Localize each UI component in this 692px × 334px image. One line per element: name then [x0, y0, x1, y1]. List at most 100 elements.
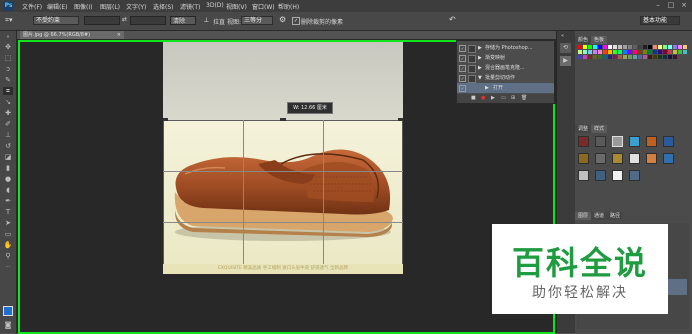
lasso-tool-icon[interactable]: ↄ: [3, 65, 13, 73]
color-swatch[interactable]: [643, 45, 647, 49]
action-dialog-toggle[interactable]: [468, 65, 476, 73]
action-check-icon[interactable]: ✓: [459, 85, 466, 92]
color-swatch[interactable]: [588, 45, 592, 49]
color-swatch[interactable]: [588, 55, 592, 59]
color-swatch[interactable]: [578, 55, 582, 59]
view-select[interactable]: 三等分: [241, 16, 273, 25]
style-tile[interactable]: [629, 153, 640, 164]
style-tile[interactable]: [629, 170, 640, 181]
action-row[interactable]: ✓ ▶ 存储为 Photoshop...: [457, 43, 554, 53]
style-tile[interactable]: [646, 136, 657, 147]
pen-tool-icon[interactable]: ✒: [3, 197, 13, 205]
expand-triangle-icon[interactable]: ▶: [478, 53, 482, 63]
color-swatch[interactable]: [603, 45, 607, 49]
color-swatch[interactable]: [623, 55, 627, 59]
style-tile[interactable]: [612, 170, 623, 181]
tab-swatches[interactable]: 色板: [591, 36, 608, 44]
action-check-icon[interactable]: ✓: [459, 55, 466, 62]
tab-channels[interactable]: 通道: [591, 212, 608, 220]
color-swatch[interactable]: [598, 45, 602, 49]
move-tool-icon[interactable]: ✥: [3, 43, 13, 51]
color-swatch[interactable]: [618, 50, 622, 54]
action-dialog-toggle[interactable]: [468, 55, 476, 63]
color-swatch[interactable]: [678, 50, 682, 54]
action-check-icon[interactable]: ✓: [459, 65, 466, 72]
panel-collapse-icon[interactable]: »: [3, 33, 13, 41]
style-tile[interactable]: [578, 136, 589, 147]
color-swatch[interactable]: [628, 50, 632, 54]
color-swatch[interactable]: [603, 50, 607, 54]
color-swatch[interactable]: [643, 50, 647, 54]
color-swatch[interactable]: [668, 50, 672, 54]
styles-grid[interactable]: [578, 136, 688, 181]
type-tool-icon[interactable]: T: [3, 208, 13, 216]
eraser-tool-icon[interactable]: ◪: [3, 153, 13, 161]
color-swatch[interactable]: [653, 55, 657, 59]
style-tile[interactable]: [595, 153, 606, 164]
quick-select-tool-icon[interactable]: ✎: [3, 76, 13, 84]
color-swatch[interactable]: [583, 55, 587, 59]
shape-tool-icon[interactable]: ▭: [3, 230, 13, 238]
eyedropper-tool-icon[interactable]: ↘: [3, 98, 13, 106]
color-swatch[interactable]: [663, 50, 667, 54]
color-swatch[interactable]: [593, 50, 597, 54]
menu-edit[interactable]: 编辑(E): [47, 2, 67, 11]
menu-type[interactable]: 文字(Y): [126, 2, 146, 11]
menu-file[interactable]: 文件(F): [22, 2, 42, 11]
color-swatch[interactable]: [663, 45, 667, 49]
gradient-tool-icon[interactable]: ▮: [3, 164, 13, 172]
color-swatch[interactable]: [673, 45, 677, 49]
style-tile[interactable]: [595, 170, 606, 181]
expand-triangle-icon[interactable]: ▶: [478, 63, 482, 73]
stop-icon[interactable]: ■: [471, 94, 476, 103]
close-icon[interactable]: ×: [680, 1, 688, 10]
tab-layers[interactable]: 图层: [575, 212, 592, 220]
menu-view[interactable]: 视图(V): [226, 2, 247, 11]
healing-tool-icon[interactable]: ✚: [3, 109, 13, 117]
swatch-grid[interactable]: [578, 45, 691, 59]
swap-icon[interactable]: ⇄: [122, 16, 127, 23]
color-swatch[interactable]: [653, 50, 657, 54]
color-swatch[interactable]: [593, 55, 597, 59]
style-tile[interactable]: [595, 136, 606, 147]
crop-tool-icon[interactable]: ⌗▾: [5, 16, 12, 25]
style-tile[interactable]: [612, 136, 623, 147]
color-swatch[interactable]: [658, 45, 662, 49]
dock-collapse-icon[interactable]: «: [561, 33, 564, 39]
color-swatch[interactable]: [638, 50, 642, 54]
style-tile[interactable]: [663, 153, 674, 164]
style-tile[interactable]: [578, 153, 589, 164]
clear-button[interactable]: 清除: [170, 16, 196, 25]
gear-icon[interactable]: ⚙: [279, 15, 286, 24]
color-swatch[interactable]: [633, 50, 637, 54]
reset-icon[interactable]: ↶: [449, 15, 456, 24]
color-swatch[interactable]: [623, 50, 627, 54]
delete-icon[interactable]: 🗑: [521, 94, 527, 103]
menu-image[interactable]: 图像(I): [74, 2, 92, 11]
color-swatch[interactable]: [648, 45, 652, 49]
delete-cropped-checkbox[interactable]: ✓: [292, 17, 300, 25]
color-swatch[interactable]: [668, 55, 672, 59]
color-swatch[interactable]: [583, 50, 587, 54]
color-swatch[interactable]: [608, 45, 612, 49]
color-swatch[interactable]: [658, 50, 662, 54]
color-swatch[interactable]: [598, 55, 602, 59]
expand-triangle-icon[interactable]: ▶: [478, 43, 482, 53]
expand-triangle-icon[interactable]: ▼: [478, 73, 482, 83]
color-swatch[interactable]: [628, 45, 632, 49]
color-swatch[interactable]: [613, 55, 617, 59]
color-swatch[interactable]: [633, 45, 637, 49]
color-swatch[interactable]: [638, 55, 642, 59]
tab-close-icon[interactable]: ×: [117, 31, 121, 39]
style-tile[interactable]: [629, 136, 640, 147]
color-swatch[interactable]: [613, 45, 617, 49]
color-swatch[interactable]: [618, 45, 622, 49]
style-tile[interactable]: [646, 153, 657, 164]
blur-tool-icon[interactable]: ●: [3, 175, 13, 183]
color-swatch[interactable]: [673, 50, 677, 54]
color-swatch[interactable]: [638, 45, 642, 49]
style-tile[interactable]: [578, 170, 589, 181]
clone-stamp-tool-icon[interactable]: ⊥: [3, 131, 13, 139]
action-row[interactable]: ✓ ▶ 混合器画笔克隆...: [457, 63, 554, 73]
crop-tool-icon[interactable]: ⌗: [3, 87, 13, 95]
